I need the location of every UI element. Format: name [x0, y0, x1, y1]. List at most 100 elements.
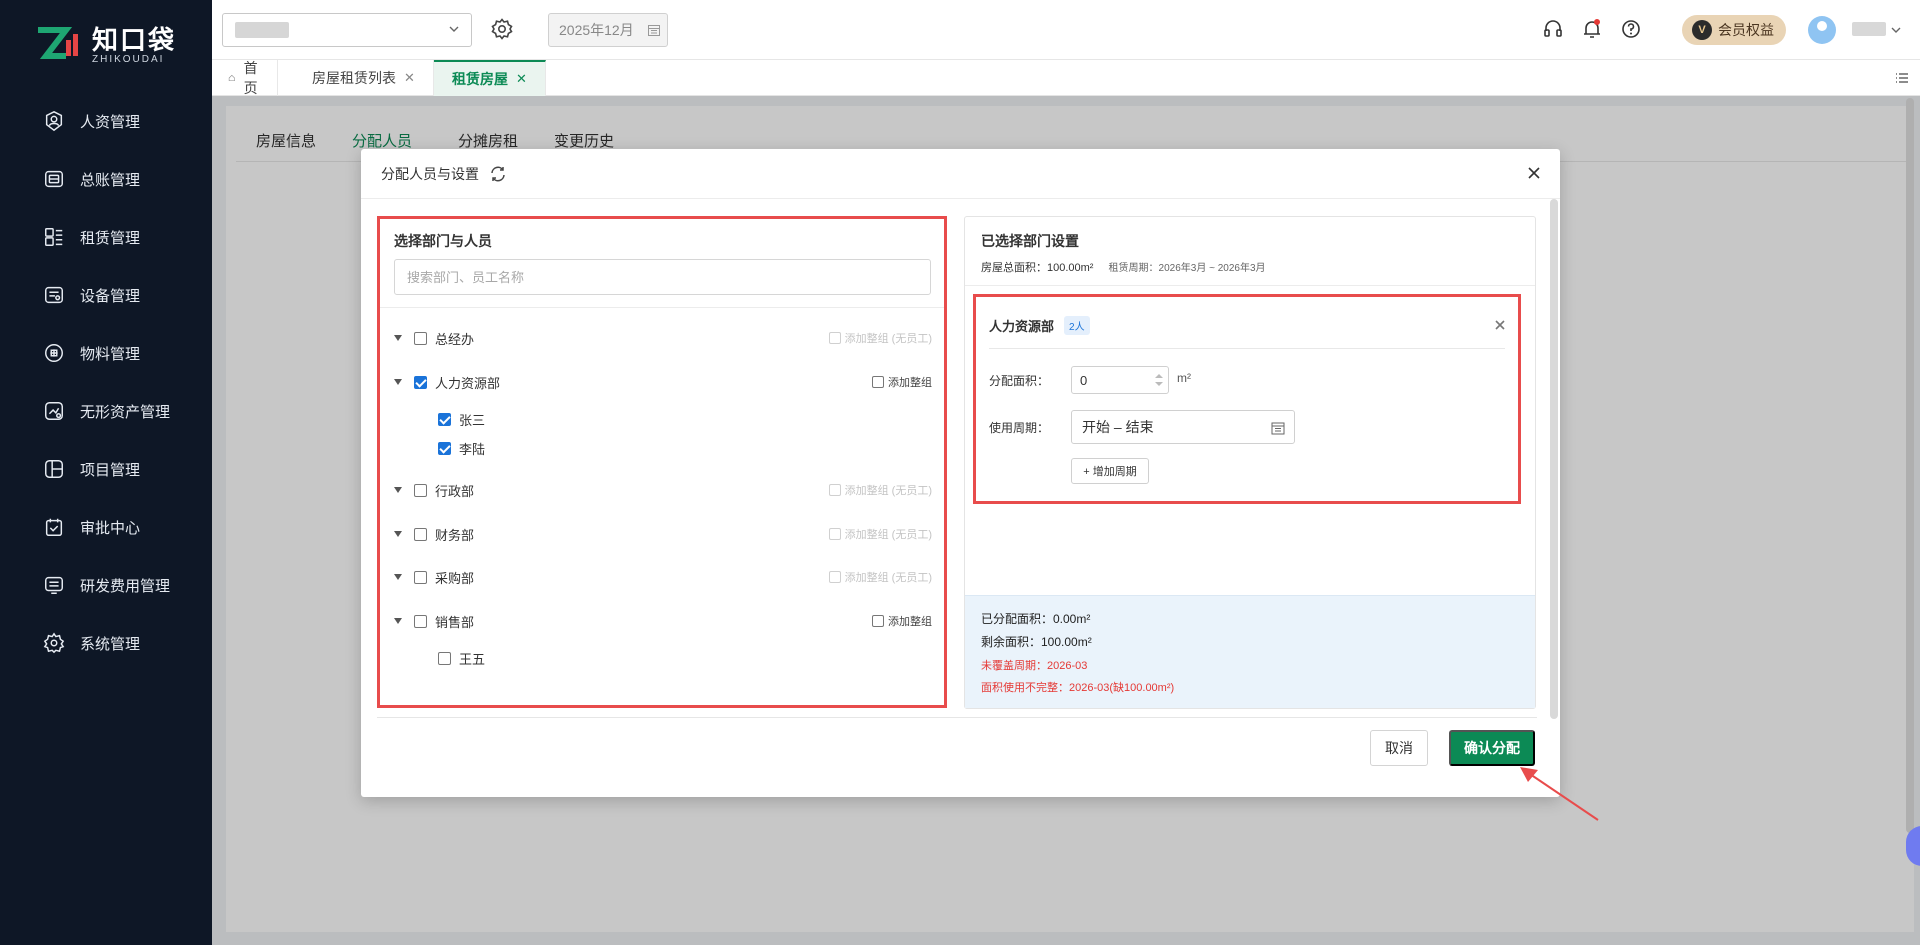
help-icon[interactable] [1620, 18, 1642, 40]
area-stepper[interactable]: 0 [1071, 366, 1169, 394]
brand-logo[interactable]: 知口袋 ZHIKOUDAI [0, 0, 212, 90]
brand-name: 知口袋 [92, 24, 177, 55]
department-row[interactable]: 人力资源部 [394, 372, 500, 392]
sidebar-item-project[interactable]: 项目管理 [0, 440, 212, 498]
department-row[interactable]: 行政部 [394, 480, 474, 500]
intangible-asset-icon [42, 399, 66, 423]
close-icon[interactable]: ✕ [404, 70, 415, 86]
member-row[interactable]: 李陆 [438, 438, 485, 458]
department-checkbox[interactable] [414, 614, 427, 628]
caret-down-icon[interactable] [394, 531, 402, 537]
panel-title: 已选择部门设置 [981, 233, 1079, 249]
department-card-title: 人力资源部 2人 [989, 316, 1090, 335]
department-checkbox[interactable] [414, 527, 427, 541]
caret-down-icon[interactable] [394, 618, 402, 624]
notification-bell-icon[interactable] [1581, 18, 1603, 40]
vip-benefits-button[interactable]: V 会员权益 [1682, 15, 1786, 45]
sidebar-item-system[interactable]: 系统管理 [0, 614, 212, 672]
caret-down-icon[interactable] [394, 574, 402, 580]
sidebar-item-label: 审批中心 [80, 519, 141, 537]
lease-period: 租赁周期：2026年3月 ~ 2026年3月 [1108, 263, 1266, 274]
period-label: 使用周期： [989, 421, 1050, 435]
period-date-picker[interactable]: 2025年12月 [548, 13, 668, 47]
brand-name-en: ZHIKOUDAI [92, 53, 165, 65]
cancel-button[interactable]: 取消 [1370, 730, 1428, 766]
member-checkbox[interactable] [438, 441, 451, 455]
company-select[interactable] [222, 13, 472, 47]
department-row[interactable]: 销售部 [394, 611, 474, 631]
stepper-arrows-icon[interactable] [1154, 371, 1164, 389]
rnd-expense-icon [42, 573, 66, 597]
department-checkbox[interactable] [414, 570, 427, 584]
sidebar-item-lease[interactable]: 租赁管理 [0, 208, 212, 266]
assign-people-dialog: 分配人员与设置 选择部门与人员 总经办 添加整组 (无员工) 人力资源部 添加整… [361, 149, 1560, 797]
tab-lease-list[interactable]: 房屋租赁列表 ✕ [294, 60, 434, 96]
tab-home[interactable]: 首页 [212, 60, 278, 96]
department-row[interactable]: 采购部 [394, 567, 474, 587]
divider [377, 717, 1537, 718]
sidebar-item-intangible[interactable]: 无形资产管理 [0, 382, 212, 440]
incomplete-area-warning: 面积使用不完整：2026-03(缺100.00m²) [981, 682, 1175, 694]
settings-gear-icon[interactable] [490, 17, 514, 41]
ledger-icon [42, 167, 66, 191]
department-checkbox[interactable] [414, 375, 427, 389]
member-row[interactable]: 王五 [438, 648, 485, 668]
selected-department-panel: 已选择部门设置 房屋总面积：100.00m² 租赁周期：2026年3月 ~ 20… [964, 216, 1536, 709]
tab-label: 房屋租赁列表 [312, 70, 396, 86]
department-checkbox[interactable] [414, 483, 427, 497]
pointer-arrow-annotation [1520, 767, 1599, 821]
calendar-icon [648, 25, 660, 36]
department-setting-card: 人力资源部 2人 分配面积： 0 m² 使用周期： 开始 – 结束 + 增加周期 [973, 294, 1521, 504]
dialog-scrollbar[interactable] [1550, 199, 1558, 719]
tab-list-icon[interactable] [1894, 70, 1910, 86]
chevron-down-icon[interactable] [1890, 24, 1902, 36]
divider [380, 307, 944, 308]
close-icon[interactable]: ✕ [516, 71, 527, 87]
headset-icon[interactable] [1542, 18, 1564, 40]
area-unit: m² [1177, 371, 1191, 385]
sidebar-item-rnd-expense[interactable]: 研发费用管理 [0, 556, 212, 614]
username-redacted[interactable] [1852, 22, 1886, 36]
member-row[interactable]: 张三 [438, 409, 485, 429]
period-range-picker[interactable]: 开始 – 结束 [1071, 410, 1295, 444]
sidebar-item-device[interactable]: 设备管理 [0, 266, 212, 324]
close-icon[interactable] [1524, 163, 1544, 183]
add-group-option[interactable]: 添加整组 [872, 611, 932, 631]
department-row[interactable]: 财务部 [394, 524, 474, 544]
department-name: 总经办 [435, 331, 475, 347]
search-input[interactable] [394, 259, 931, 295]
department-row[interactable]: 总经办 [394, 328, 474, 348]
add-group-checkbox[interactable] [872, 615, 884, 627]
sidebar-item-label: 总账管理 [80, 171, 141, 189]
sidebar-item-hr[interactable]: 人资管理 [0, 92, 212, 150]
sidebar-item-approval[interactable]: 审批中心 [0, 498, 212, 556]
department-checkbox[interactable] [414, 331, 427, 345]
sidebar-item-material[interactable]: 物料管理 [0, 324, 212, 382]
add-group-option[interactable]: 添加整组 [872, 372, 932, 392]
member-checkbox[interactable] [438, 412, 451, 426]
company-name-redacted [235, 22, 289, 38]
allocation-summary: 已分配面积：0.00m² 剩余面积：100.00m² 未覆盖周期：2026-03… [965, 595, 1535, 708]
caret-down-icon[interactable] [394, 379, 402, 385]
add-group-label: 添加整组 [888, 377, 932, 389]
add-group-label: 添加整组 [888, 616, 932, 628]
dialog-title: 分配人员与设置 [381, 165, 479, 182]
avatar[interactable] [1808, 16, 1836, 44]
department-name: 人力资源部 [435, 375, 501, 391]
member-checkbox[interactable] [438, 651, 451, 665]
add-group-checkbox[interactable] [872, 376, 884, 388]
lease-icon [42, 225, 66, 249]
department-name: 财务部 [435, 527, 475, 543]
refresh-icon[interactable] [489, 165, 507, 183]
add-group-label: 添加整组 (无员工) [844, 485, 932, 497]
remove-department-icon[interactable] [1494, 319, 1506, 331]
period-date-value: 2025年12月 [559, 22, 634, 38]
caret-down-icon[interactable] [394, 335, 402, 341]
department-name: 人力资源部 [989, 319, 1055, 334]
page-tabs-bar: 首页 房屋租赁列表 ✕ 租赁房屋 ✕ [212, 60, 1920, 96]
tab-lease-house[interactable]: 租赁房屋 ✕ [434, 60, 546, 96]
uncovered-period-warning: 未覆盖周期：2026-03 [981, 660, 1088, 672]
sidebar-item-ledger[interactable]: 总账管理 [0, 150, 212, 208]
caret-down-icon[interactable] [394, 487, 402, 493]
add-period-button[interactable]: + 增加周期 [1071, 458, 1149, 484]
